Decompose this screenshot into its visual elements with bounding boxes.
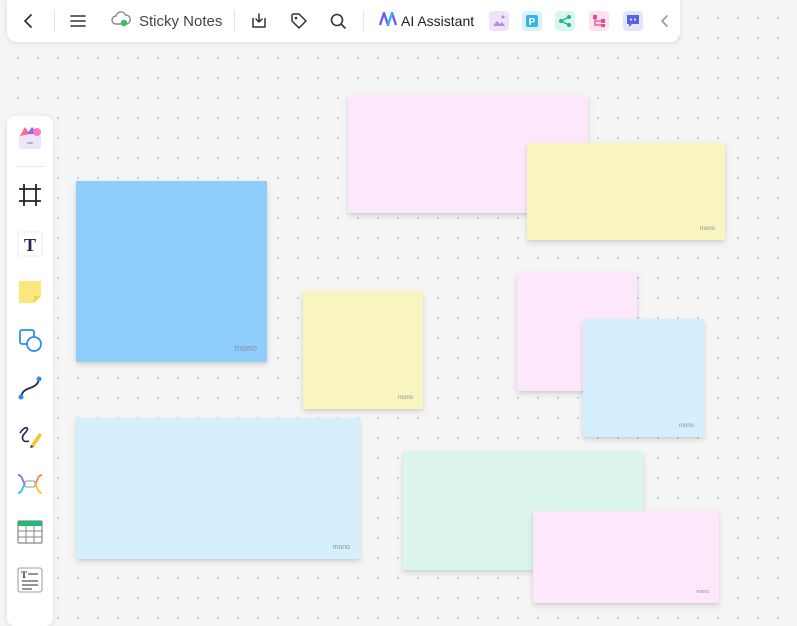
sticky-note-tool-icon[interactable]: [14, 276, 46, 308]
frame-icon[interactable]: [14, 179, 46, 211]
divider: [54, 10, 55, 32]
tool-sidebar: T T: [7, 116, 53, 626]
shape-tool-icon[interactable]: [14, 324, 46, 356]
note-text: mono: [332, 544, 350, 551]
image-ai-icon[interactable]: [489, 11, 509, 31]
mindmap-icon[interactable]: [555, 11, 575, 31]
sticky-note[interactable]: mono: [533, 511, 719, 603]
board-title-text: Sticky Notes: [139, 12, 223, 30]
flowchart-icon[interactable]: [589, 11, 609, 31]
ai-assistant-label: AI Assistant: [401, 13, 475, 29]
download-icon[interactable]: [247, 9, 271, 33]
divider: [363, 10, 364, 32]
note-text: mono: [678, 423, 694, 429]
ai-logo-icon: [378, 11, 398, 31]
svg-text:T: T: [21, 570, 27, 580]
cloud-icon: [111, 10, 131, 32]
note-text: mono: [234, 343, 257, 353]
chat-icon[interactable]: [623, 11, 643, 31]
tag-icon[interactable]: [287, 9, 311, 33]
svg-text:P: P: [529, 17, 536, 28]
text-tool-icon[interactable]: T: [14, 228, 46, 260]
sticky-note[interactable]: mono: [303, 291, 423, 409]
p-plugin-icon[interactable]: P: [522, 11, 542, 31]
sticky-note[interactable]: mono: [76, 418, 360, 559]
table-tool-icon[interactable]: [14, 516, 46, 548]
top-toolbar: Sticky Notes AI Assistant P: [7, 0, 680, 42]
pen-tool-icon[interactable]: [14, 420, 46, 452]
mindmap-tool-icon[interactable]: [14, 468, 46, 500]
board-title[interactable]: Sticky Notes: [111, 9, 222, 33]
note-text: mono: [699, 226, 715, 232]
sticky-note[interactable]: mono: [76, 181, 267, 362]
divider: [234, 10, 235, 32]
svg-text:T: T: [24, 235, 36, 255]
text-block-tool-icon[interactable]: T: [14, 564, 46, 596]
note-text: mono: [397, 395, 413, 401]
back-icon[interactable]: [17, 9, 41, 33]
divider: [16, 166, 44, 167]
ai-assistant-button[interactable]: AI Assistant: [378, 9, 475, 33]
templates-icon[interactable]: [14, 122, 46, 154]
menu-icon[interactable]: [66, 9, 90, 33]
collapse-icon[interactable]: [653, 9, 677, 33]
search-icon[interactable]: [326, 9, 350, 33]
sticky-note[interactable]: mono: [527, 143, 725, 240]
connector-tool-icon[interactable]: [14, 372, 46, 404]
sticky-note[interactable]: mono: [583, 319, 704, 437]
note-text: mono: [696, 589, 709, 595]
